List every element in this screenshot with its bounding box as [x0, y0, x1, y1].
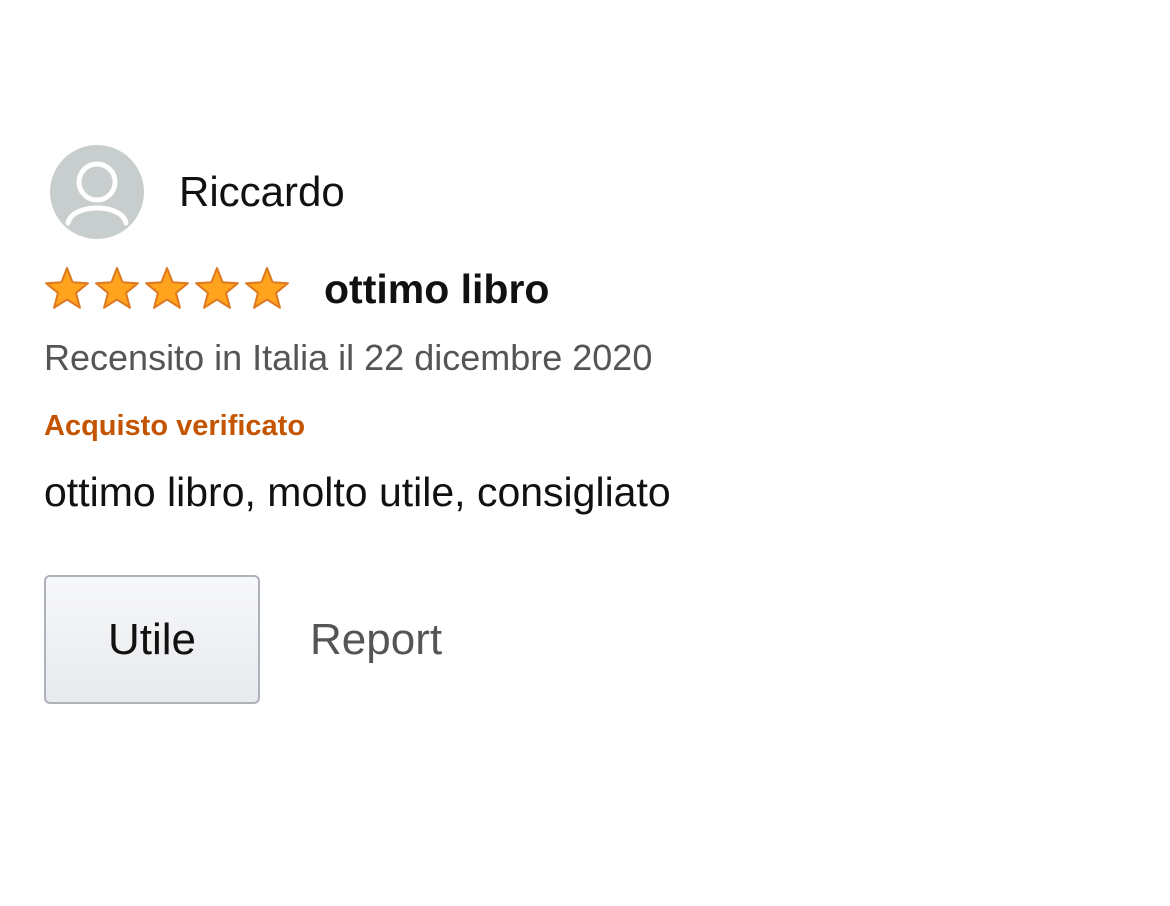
review-actions: Utile Report — [44, 575, 1124, 705]
star-filled-icon — [145, 267, 189, 309]
star-filled-icon — [245, 267, 289, 309]
star-filled-icon — [195, 267, 239, 309]
avatar — [50, 145, 144, 239]
star-filled-icon — [95, 267, 139, 309]
rating-title-row[interactable]: ottimo libro — [44, 264, 1124, 314]
verified-purchase-badge: Acquisto verificato — [44, 410, 306, 443]
reviewer-profile[interactable]: Riccardo — [44, 145, 1124, 239]
star-rating — [44, 266, 290, 312]
star-filled-icon — [45, 267, 89, 309]
report-link[interactable]: Report — [310, 615, 442, 665]
user-silhouette-icon — [65, 161, 129, 226]
review-card: Riccardo ottimo libro Recensito in Itali… — [44, 145, 1124, 705]
helpful-button[interactable]: Utile — [44, 575, 260, 705]
review-date: Recensito in Italia il 22 dicembre 2020 — [44, 337, 653, 378]
review-title[interactable]: ottimo libro — [324, 268, 549, 310]
reviewer-name: Riccardo — [179, 168, 345, 215]
review-body: ottimo libro, molto utile, consigliato — [44, 468, 671, 515]
